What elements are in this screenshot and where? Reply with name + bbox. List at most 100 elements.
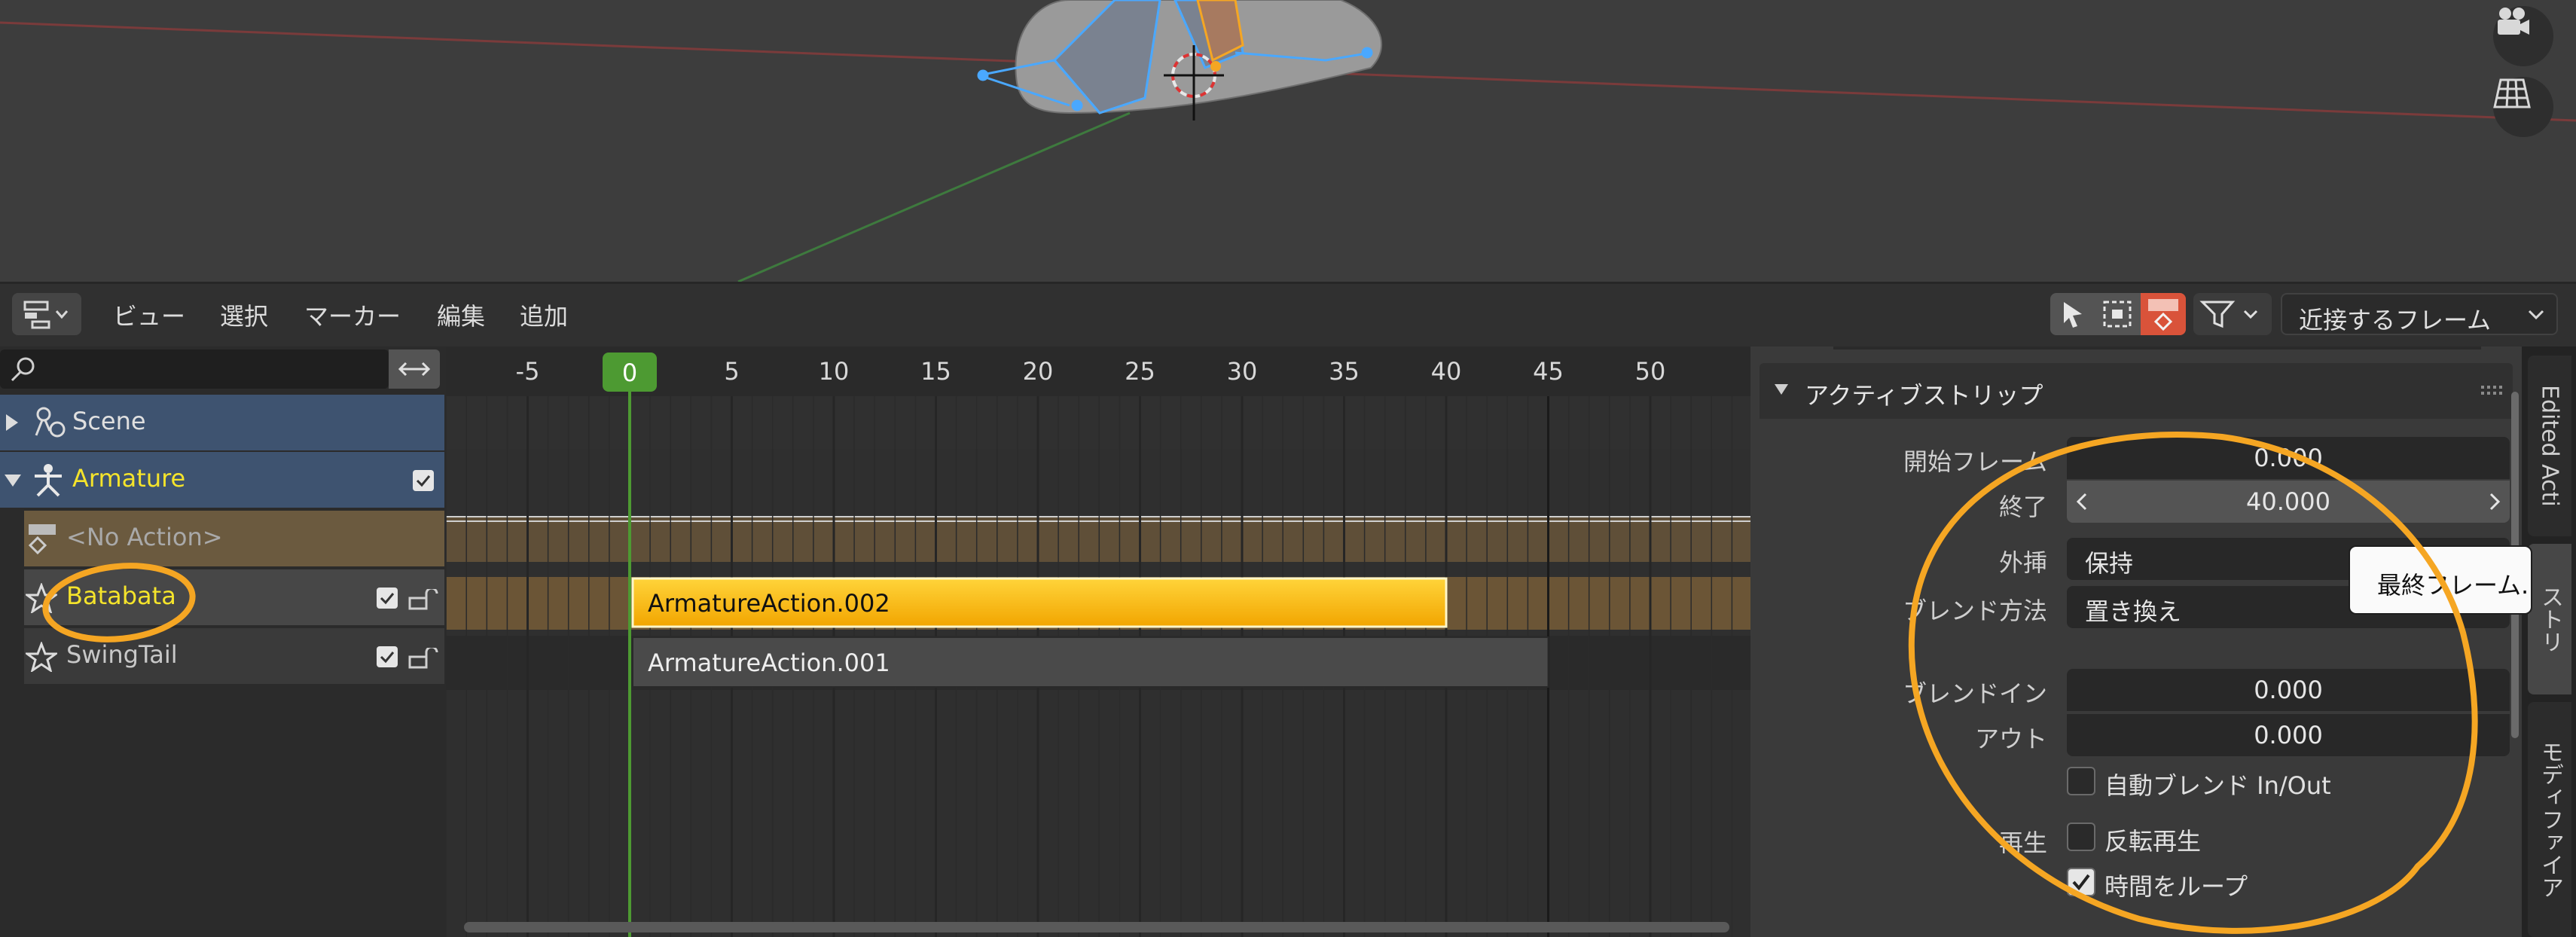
auto-blend-checkbox[interactable] bbox=[2067, 767, 2095, 795]
active-strip-panel-header[interactable]: アクティブストリップ bbox=[1760, 363, 2513, 419]
camera-view-icon[interactable] bbox=[2493, 6, 2553, 66]
menu-marker[interactable]: マーカー bbox=[304, 298, 401, 332]
menu-add[interactable]: 追加 bbox=[520, 298, 568, 332]
scene-icon bbox=[35, 407, 66, 438]
nla-timeline[interactable]: -5 0 5 10 15 20 25 30 35 40 45 50 ArmatureAction.002… bbox=[446, 346, 1750, 937]
menu-edit[interactable]: 編集 bbox=[437, 298, 485, 332]
timeline-scrollbar[interactable] bbox=[464, 922, 1729, 932]
row-armature-bg bbox=[446, 453, 1750, 509]
channel-armature-label: Armature bbox=[72, 464, 186, 493]
armature-icon bbox=[35, 464, 62, 497]
frame-tick-label: 45 bbox=[1533, 357, 1564, 386]
frame-tick-label: 15 bbox=[920, 357, 951, 386]
channel-no-action-label: <No Action> bbox=[66, 523, 223, 551]
keyframe-select-icon[interactable] bbox=[2141, 293, 2186, 335]
channel-track-batabata[interactable]: Batabata bbox=[24, 569, 444, 625]
end-frame-value: 40.000 bbox=[2246, 487, 2330, 516]
track-star-icon bbox=[26, 583, 57, 613]
start-frame-label: 開始フレーム bbox=[1903, 447, 2047, 476]
timeline-canvas[interactable]: -5 0 5 10 15 20 25 30 35 40 45 50 ArmatureAction.002… bbox=[446, 346, 1750, 937]
select-tools-group bbox=[2050, 293, 2186, 335]
increment-arrow-icon[interactable] bbox=[2489, 493, 2501, 511]
strip-label: ArmatureAction.001 bbox=[648, 649, 890, 677]
frame-tick-label: 50 bbox=[1635, 357, 1666, 386]
checkmark-icon bbox=[2072, 874, 2090, 891]
row-no-action-bg bbox=[446, 517, 1750, 562]
start-frame-value: 0.000 bbox=[2254, 444, 2323, 472]
loop-time-label: 時間をループ bbox=[2104, 872, 2248, 901]
channel-no-action[interactable]: <No Action> bbox=[24, 511, 444, 566]
unlock-icon[interactable] bbox=[408, 589, 438, 610]
snap-mode-dropdown[interactable]: 近接するフレーム bbox=[2281, 293, 2558, 335]
start-frame-field[interactable]: 0.000 bbox=[2067, 437, 2510, 479]
drag-handle-icon[interactable] bbox=[2481, 386, 2504, 398]
reverse-checkbox[interactable] bbox=[2067, 823, 2095, 851]
3d-viewport[interactable] bbox=[0, 0, 2576, 282]
editor-type-button[interactable] bbox=[12, 293, 81, 335]
snap-mode-value: 近接するフレーム bbox=[2299, 306, 2492, 334]
nla-header: ビュー 選択 マーカー 編集 追加 近接するフレーム bbox=[0, 282, 2576, 349]
menu-view[interactable]: ビュー bbox=[113, 298, 185, 332]
perspective-grid-icon[interactable] bbox=[2493, 77, 2553, 137]
strip-label: ArmatureAction.002 bbox=[648, 589, 890, 618]
panel-divider bbox=[1833, 346, 2481, 349]
tab-modifiers[interactable]: モディファイア bbox=[2528, 702, 2571, 937]
auto-blend-label: 自動ブレンド In/Out bbox=[2104, 771, 2331, 800]
track-swingtail-label: SwingTail bbox=[66, 640, 178, 669]
tweak-select-icon[interactable] bbox=[2050, 293, 2094, 335]
current-frame-label: 0 bbox=[622, 359, 637, 387]
channel-track-swingtail[interactable]: SwingTail bbox=[24, 628, 444, 684]
row-scene-bg bbox=[446, 396, 1750, 449]
blend-in-label: ブレンドイン bbox=[1902, 679, 2047, 708]
y-axis-line bbox=[737, 111, 1131, 282]
blend-type-label: ブレンド方法 bbox=[1902, 597, 2047, 625]
playback-label: 再生 bbox=[1998, 829, 2047, 857]
tooltip-text: 最終フレーム. bbox=[2377, 571, 2529, 600]
track-batabata-mute-checkbox[interactable] bbox=[377, 588, 398, 609]
channel-armature[interactable]: Armature bbox=[0, 452, 444, 508]
blend-in-field[interactable]: 0.000 bbox=[2067, 669, 2510, 711]
swap-channels-button[interactable] bbox=[389, 349, 440, 389]
track-swingtail-mute-checkbox[interactable] bbox=[377, 646, 398, 667]
expand-triangle-icon bbox=[6, 414, 18, 431]
chevron-down-icon bbox=[2528, 310, 2544, 320]
channel-search-input[interactable] bbox=[0, 349, 389, 389]
tab-strip[interactable]: ストリ bbox=[2528, 544, 2571, 694]
frame-tick-label: 35 bbox=[1329, 357, 1360, 386]
blend-type-value: 置き換え bbox=[2085, 597, 2182, 626]
frame-tick-label: 30 bbox=[1227, 357, 1258, 386]
blend-out-value: 0.000 bbox=[2254, 721, 2323, 749]
blend-in-value: 0.000 bbox=[2254, 676, 2323, 704]
unlock-icon[interactable] bbox=[408, 648, 438, 669]
reverse-label: 反転再生 bbox=[2104, 827, 2202, 856]
frame-tick-label: 5 bbox=[724, 357, 739, 386]
loop-time-checkbox[interactable] bbox=[2067, 868, 2095, 896]
tab-strip-label: ストリ bbox=[2537, 585, 2563, 653]
end-frame-label: 終了 bbox=[1998, 493, 2047, 521]
track-star-icon bbox=[26, 642, 57, 672]
swap-arrows-icon bbox=[398, 362, 431, 377]
armature-enable-checkbox[interactable] bbox=[413, 470, 434, 491]
frame-tick-label: 40 bbox=[1431, 357, 1462, 386]
filter-button[interactable] bbox=[2193, 293, 2272, 335]
extrapolation-value: 保持 bbox=[2085, 549, 2134, 578]
extrapolation-label: 外挿 bbox=[1998, 548, 2047, 577]
menu-select[interactable]: 選択 bbox=[220, 298, 268, 332]
search-icon bbox=[11, 357, 35, 382]
tab-edited-action[interactable]: Edited Acti bbox=[2528, 356, 2571, 536]
end-frame-field[interactable]: 40.000 bbox=[2067, 481, 2510, 523]
tab-edited-action-label: Edited Acti bbox=[2536, 385, 2563, 507]
tab-modifiers-label: モディファイア bbox=[2537, 740, 2563, 899]
frame-tick-label: 10 bbox=[819, 357, 850, 386]
viewport-drawing bbox=[0, 0, 2576, 282]
frame-tick-label: 20 bbox=[1023, 357, 1054, 386]
blend-out-label: アウト bbox=[1974, 725, 2047, 753]
channel-scene[interactable]: Scene bbox=[0, 395, 444, 450]
channel-scene-label: Scene bbox=[72, 407, 146, 435]
box-select-icon[interactable] bbox=[2095, 293, 2139, 335]
action-icon bbox=[28, 524, 56, 555]
tooltip: 最終フレーム. bbox=[2349, 545, 2532, 615]
blend-out-field[interactable]: 0.000 bbox=[2067, 714, 2510, 756]
active-strip-panel-title: アクティブストリップ bbox=[1805, 381, 2043, 410]
frame-tick-label: 25 bbox=[1125, 357, 1155, 386]
